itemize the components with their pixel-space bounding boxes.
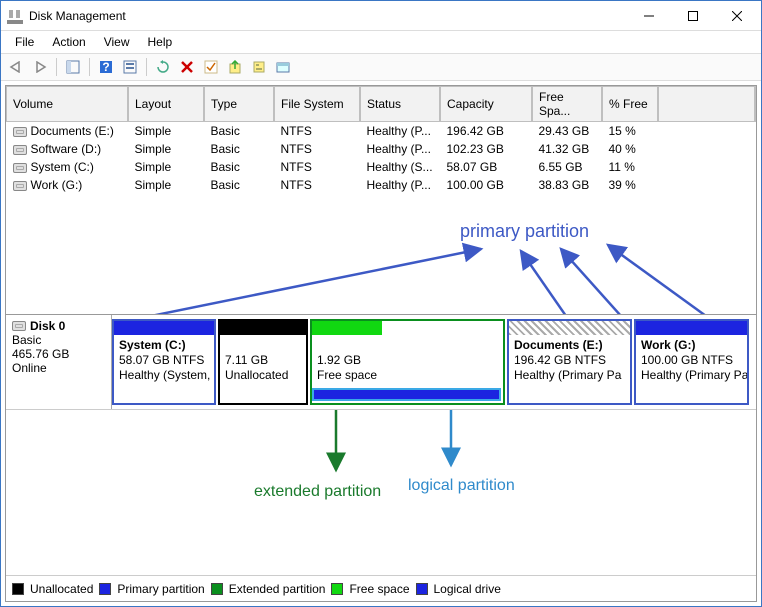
window-frame: Disk Management File Action View Help ? [0, 0, 762, 607]
volume-icon [13, 163, 27, 173]
help-button[interactable]: ? [95, 56, 117, 78]
table-row[interactable]: System (C:) SimpleBasicNTFSHealthy (S...… [7, 158, 756, 176]
disk-row: Disk 0 Basic 465.76 GB Online System (C:… [6, 315, 756, 410]
menu-file[interactable]: File [7, 33, 42, 51]
table-header-row: Volume Layout Type File System Status Ca… [7, 87, 756, 122]
disk-info[interactable]: Disk 0 Basic 465.76 GB Online [6, 315, 112, 409]
window-title: Disk Management [29, 9, 126, 23]
svg-text:?: ? [102, 60, 109, 74]
menu-help[interactable]: Help [140, 33, 181, 51]
partition-system[interactable]: System (C:)58.07 GB NTFSHealthy (System,… [112, 319, 216, 405]
volume-table: Volume Layout Type File System Status Ca… [6, 86, 756, 194]
show-hide-console-tree-button[interactable] [62, 56, 84, 78]
disk-icon [12, 321, 26, 331]
app-icon [7, 8, 23, 24]
back-button[interactable] [5, 56, 27, 78]
partition-logical-software[interactable]: Software (D:)102.23 GB NTFSHealthy (Page… [312, 388, 501, 401]
settings-button[interactable] [119, 56, 141, 78]
col-capacity[interactable]: Capacity [441, 87, 533, 122]
table-row[interactable]: Documents (E:) SimpleBasicNTFSHealthy (P… [7, 122, 756, 141]
action2-button[interactable] [248, 56, 270, 78]
legend-swatch-logical [416, 583, 428, 595]
annotation-extended-label: extended partition [254, 483, 381, 501]
legend-swatch-primary [99, 583, 111, 595]
volume-icon [13, 181, 27, 191]
volume-list-pane: Volume Layout Type File System Status Ca… [5, 85, 757, 315]
partition-extended[interactable]: 1.92 GBFree space Software (D:)102.23 GB… [310, 319, 505, 405]
legend-swatch-unallocated [12, 583, 24, 595]
menu-action[interactable]: Action [44, 33, 93, 51]
volume-icon [13, 145, 27, 155]
col-blank[interactable] [659, 87, 756, 122]
delete-button[interactable] [176, 56, 198, 78]
volume-icon [13, 127, 27, 137]
partition-documents[interactable]: Documents (E:)196.42 GB NTFSHealthy (Pri… [507, 319, 632, 405]
partition-unallocated[interactable]: 7.11 GBUnallocated [218, 319, 308, 405]
col-pctfree[interactable]: % Free [603, 87, 659, 122]
legend-swatch-free [331, 583, 343, 595]
menu-bar: File Action View Help [1, 31, 761, 53]
col-freespace[interactable]: Free Spa... [533, 87, 603, 122]
partition-work[interactable]: Work (G:)100.00 GB NTFSHealthy (Primary … [634, 319, 749, 405]
action1-button[interactable] [224, 56, 246, 78]
forward-button[interactable] [29, 56, 51, 78]
col-volume[interactable]: Volume [7, 87, 129, 122]
col-type[interactable]: Type [205, 87, 275, 122]
table-row[interactable]: Software (D:) SimpleBasicNTFSHealthy (P.… [7, 140, 756, 158]
annotation-arrows [111, 241, 751, 315]
toolbar: ? [1, 53, 761, 81]
legend-swatch-extended [211, 583, 223, 595]
maximize-button[interactable] [671, 2, 715, 30]
action3-button[interactable] [272, 56, 294, 78]
col-filesystem[interactable]: File System [275, 87, 361, 122]
col-layout[interactable]: Layout [129, 87, 205, 122]
minimize-button[interactable] [627, 2, 671, 30]
annotation-primary-label: primary partition [460, 221, 589, 242]
disk-graph-pane: Disk 0 Basic 465.76 GB Online System (C:… [5, 315, 757, 602]
refresh-button[interactable] [152, 56, 174, 78]
menu-view[interactable]: View [96, 33, 138, 51]
close-button[interactable] [715, 2, 759, 30]
title-bar[interactable]: Disk Management [1, 1, 761, 31]
table-row[interactable]: Work (G:) SimpleBasicNTFSHealthy (P...10… [7, 176, 756, 194]
check-button[interactable] [200, 56, 222, 78]
annotation-logical-label: logical partition [408, 477, 515, 495]
col-status[interactable]: Status [361, 87, 441, 122]
legend: Unallocated Primary partition Extended p… [6, 575, 756, 601]
